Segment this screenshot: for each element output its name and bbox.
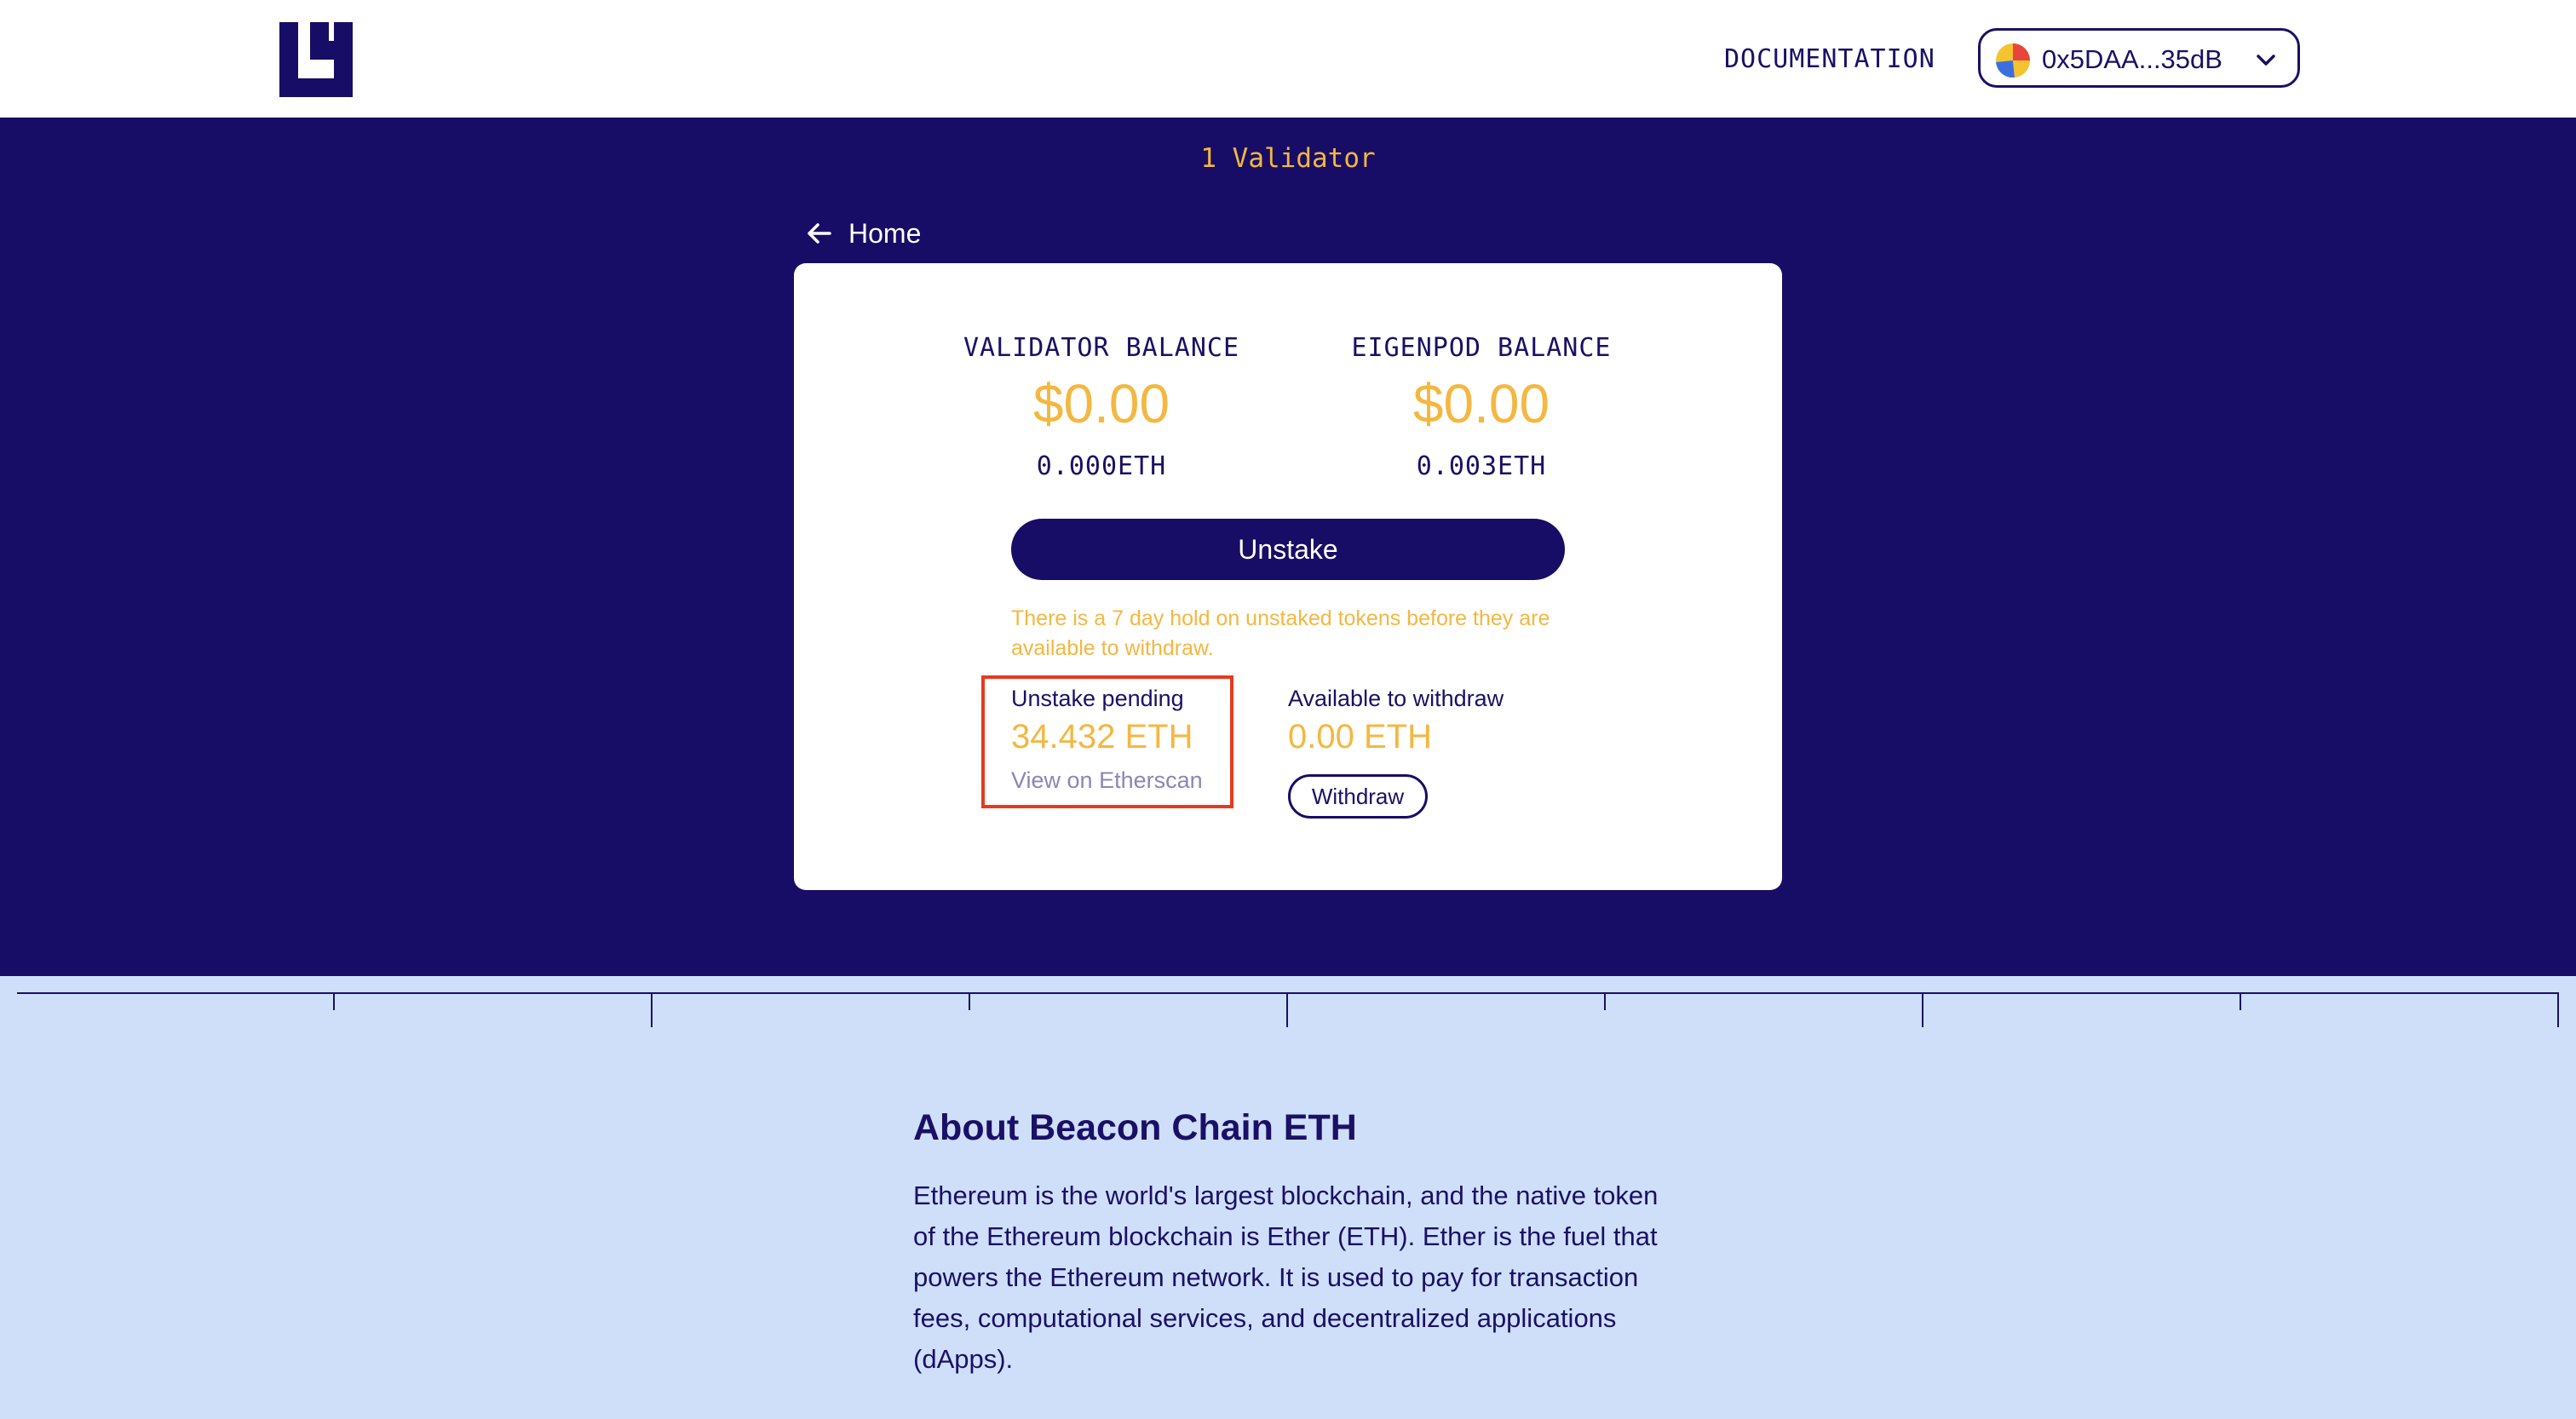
back-home-link[interactable]: Home <box>806 216 921 250</box>
eigenpod-balance-label: EIGENPOD BALANCE <box>1351 333 1612 363</box>
validator-balance-usd: $0.00 <box>1032 373 1170 434</box>
eigenpod-balance-eth: 0.003ETH <box>1416 451 1547 481</box>
ruler-divider <box>17 992 2559 1027</box>
available-to-withdraw-title: Available to withdraw <box>1288 686 1504 711</box>
back-home-label: Home <box>848 217 922 249</box>
validator-count: 1 Validator <box>1200 143 1376 174</box>
validator-balance-eth: 0.000ETH <box>1036 451 1167 481</box>
about-title: About Beacon Chain ETH <box>913 1107 1357 1148</box>
chevron-down-icon <box>2257 55 2275 66</box>
available-to-withdraw-amount: 0.00 ETH <box>1288 718 1432 755</box>
validator-section: 1 Validator Home VALIDATOR BALANCE $0.00… <box>0 118 2576 976</box>
validator-balance: VALIDATOR BALANCE $0.00 0.000ETH <box>931 333 1272 481</box>
eigenpod-balance-usd: $0.00 <box>1412 373 1550 434</box>
validator-balance-label: VALIDATOR BALANCE <box>963 333 1240 363</box>
arrow-left-icon <box>808 223 831 244</box>
unstake-pending-title: Unstake pending <box>1011 686 1184 711</box>
about-body: Ethereum is the world's largest blockcha… <box>913 1181 1659 1374</box>
eigenlayer-logo[interactable] <box>279 22 353 97</box>
view-on-etherscan-link[interactable]: View on Etherscan <box>1011 767 1203 794</box>
withdraw-button[interactable]: Withdraw <box>1288 774 1428 819</box>
wallet-avatar-icon <box>1996 43 2030 78</box>
validator-card: VALIDATOR BALANCE $0.00 0.000ETH EIGENPO… <box>794 263 1782 890</box>
top-nav-bar: DOCUMENTATION 0x5DAA...35dB <box>0 0 2576 118</box>
documentation-link[interactable]: DOCUMENTATION <box>1724 44 1935 74</box>
wallet-address: 0x5DAA...35dB <box>2042 44 2222 74</box>
eigenpod-balance: EIGENPOD BALANCE $0.00 0.003ETH <box>1311 333 1652 481</box>
unstake-button[interactable]: Unstake <box>1011 519 1565 580</box>
unstake-hold-note: There is a 7 day hold on unstaked tokens… <box>1011 606 1550 660</box>
wallet-button[interactable]: 0x5DAA...35dB <box>1978 28 2300 88</box>
unstake-pending-amount: 34.432 ETH <box>1011 718 1193 755</box>
